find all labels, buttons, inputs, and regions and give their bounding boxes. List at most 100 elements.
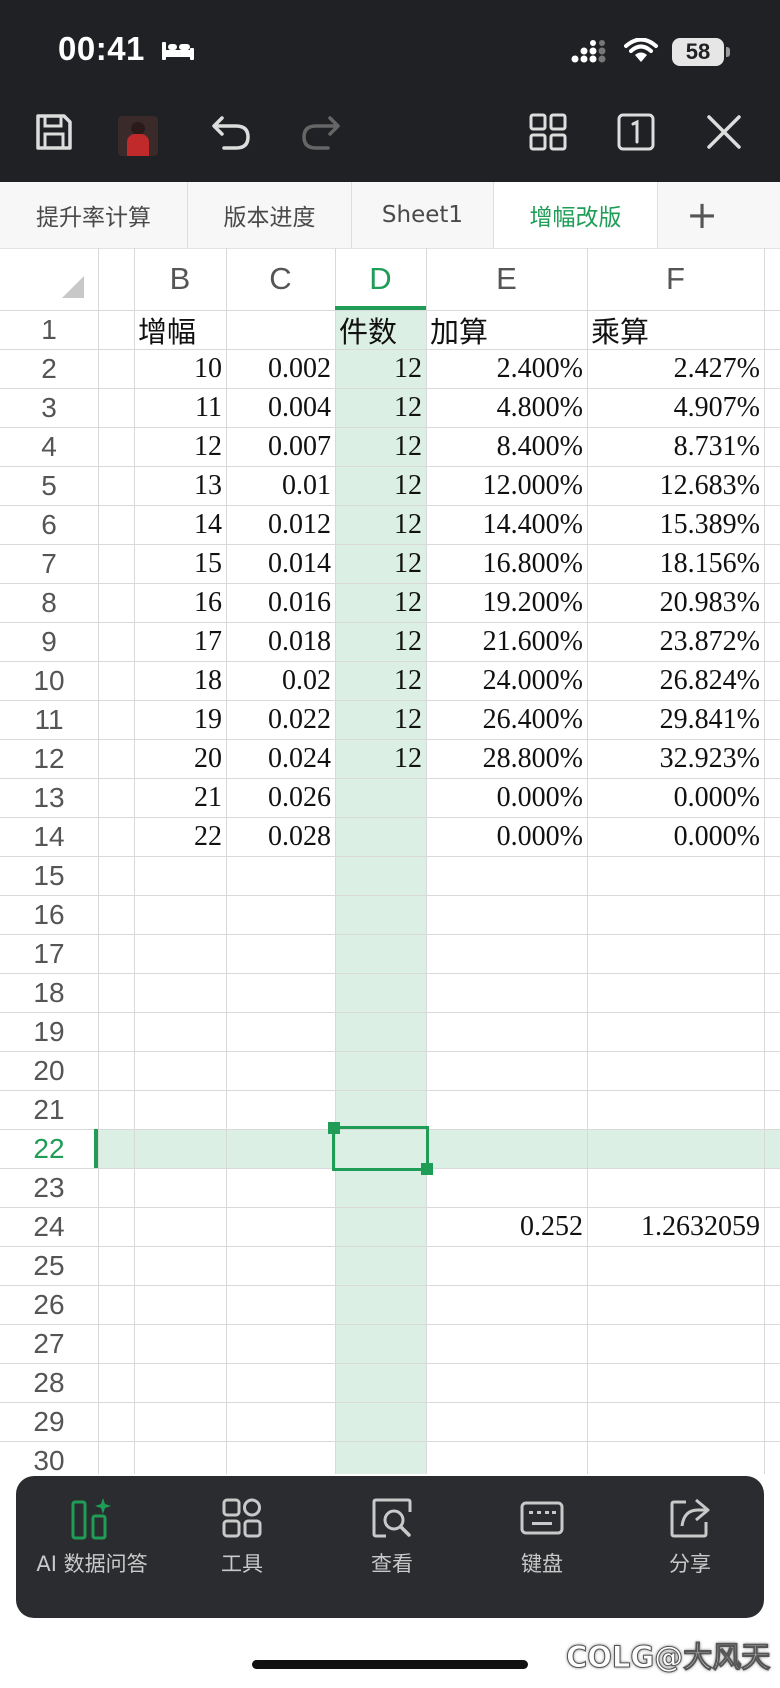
cell-f24[interactable]: 1.2632059 xyxy=(587,1207,764,1246)
row-header-25[interactable]: 25 xyxy=(0,1246,98,1285)
row-header-15[interactable]: 15 xyxy=(0,856,98,895)
cell-b11[interactable]: 19 xyxy=(134,700,226,739)
cell-b10[interactable]: 18 xyxy=(134,661,226,700)
add-sheet-button[interactable]: + xyxy=(658,182,746,248)
cell-c12[interactable]: 0.024 xyxy=(226,739,335,778)
cell-e10[interactable]: 24.000% xyxy=(426,661,587,700)
cell-c7[interactable]: 0.014 xyxy=(226,544,335,583)
cell-e24[interactable]: 0.252 xyxy=(426,1207,587,1246)
cell-d1[interactable]: 件数 xyxy=(335,310,426,349)
row-header-22[interactable]: 22 xyxy=(0,1129,98,1168)
cell-d9[interactable]: 12 xyxy=(335,622,426,661)
cell-d12[interactable]: 12 xyxy=(335,739,426,778)
cell-b2[interactable]: 10 xyxy=(134,349,226,388)
cell-f9[interactable]: 23.872% xyxy=(587,622,764,661)
cell-f10[interactable]: 26.824% xyxy=(587,661,764,700)
row-header-29[interactable]: 29 xyxy=(0,1402,98,1441)
row-header-11[interactable]: 11 xyxy=(0,700,98,739)
tools-button[interactable]: 工具 xyxy=(172,1496,312,1606)
cell-f4[interactable]: 8.731% xyxy=(587,427,764,466)
cell-e14[interactable]: 0.000% xyxy=(426,817,587,856)
close-icon[interactable] xyxy=(704,112,744,152)
cell-d10[interactable]: 12 xyxy=(335,661,426,700)
column-header-b[interactable]: B xyxy=(134,248,226,310)
cell-c2[interactable]: 0.002 xyxy=(226,349,335,388)
tab-sheet-4[interactable]: 增幅改版 xyxy=(494,182,658,248)
cell-b4[interactable]: 12 xyxy=(134,427,226,466)
cell-c8[interactable]: 0.016 xyxy=(226,583,335,622)
cell-d13[interactable] xyxy=(335,778,426,817)
cell-e13[interactable]: 0.000% xyxy=(426,778,587,817)
cell-f5[interactable]: 12.683% xyxy=(587,466,764,505)
cell-d4[interactable]: 12 xyxy=(335,427,426,466)
cell-b9[interactable]: 17 xyxy=(134,622,226,661)
window-count-icon[interactable] xyxy=(616,112,656,152)
cell-c3[interactable]: 0.004 xyxy=(226,388,335,427)
cell-e4[interactable]: 8.400% xyxy=(426,427,587,466)
row-header-7[interactable]: 7 xyxy=(0,544,98,583)
cell-b1[interactable]: 增幅 xyxy=(134,310,226,349)
cell-d6[interactable]: 12 xyxy=(335,505,426,544)
cell-f6[interactable]: 15.389% xyxy=(587,505,764,544)
selected-cell[interactable] xyxy=(332,1126,429,1171)
ai-data-button[interactable]: AI 数据问答 xyxy=(22,1496,162,1606)
cell-d3[interactable]: 12 xyxy=(335,388,426,427)
cell-e5[interactable]: 12.000% xyxy=(426,466,587,505)
column-header-c[interactable]: C xyxy=(226,248,335,310)
cell-c6[interactable]: 0.012 xyxy=(226,505,335,544)
cell-f7[interactable]: 18.156% xyxy=(587,544,764,583)
row-header-13[interactable]: 13 xyxy=(0,778,98,817)
cell-d5[interactable]: 12 xyxy=(335,466,426,505)
row-header-6[interactable]: 6 xyxy=(0,505,98,544)
cell-b12[interactable]: 20 xyxy=(134,739,226,778)
cell-e9[interactable]: 21.600% xyxy=(426,622,587,661)
cell-e6[interactable]: 14.400% xyxy=(426,505,587,544)
row-header-19[interactable]: 19 xyxy=(0,1012,98,1051)
cell-e8[interactable]: 19.200% xyxy=(426,583,587,622)
cell-b5[interactable]: 13 xyxy=(134,466,226,505)
cell-d8[interactable]: 12 xyxy=(335,583,426,622)
save-icon[interactable] xyxy=(34,112,74,152)
cell-c13[interactable]: 0.026 xyxy=(226,778,335,817)
select-all-corner-icon[interactable] xyxy=(62,276,84,298)
cell-f3[interactable]: 4.907% xyxy=(587,388,764,427)
row-header-3[interactable]: 3 xyxy=(0,388,98,427)
row-header-20[interactable]: 20 xyxy=(0,1051,98,1090)
cell-c14[interactable]: 0.028 xyxy=(226,817,335,856)
cell-c9[interactable]: 0.018 xyxy=(226,622,335,661)
row-header-23[interactable]: 23 xyxy=(0,1168,98,1207)
row-header-9[interactable]: 9 xyxy=(0,622,98,661)
row-header-1[interactable]: 1 xyxy=(0,310,98,349)
cell-f12[interactable]: 32.923% xyxy=(587,739,764,778)
row-header-26[interactable]: 26 xyxy=(0,1285,98,1324)
row-header-30[interactable]: 30 xyxy=(0,1441,98,1475)
row-header-5[interactable]: 5 xyxy=(0,466,98,505)
cell-e11[interactable]: 26.400% xyxy=(426,700,587,739)
redo-icon[interactable] xyxy=(298,112,342,152)
share-button[interactable]: 分享 xyxy=(620,1496,760,1606)
cell-c5[interactable]: 0.01 xyxy=(226,466,335,505)
tab-sheet-2[interactable]: 版本进度 xyxy=(188,182,352,248)
cell-f1[interactable]: 乘算 xyxy=(587,310,764,349)
undo-icon[interactable] xyxy=(210,112,254,152)
column-header-d[interactable]: D xyxy=(335,248,426,310)
cell-b14[interactable]: 22 xyxy=(134,817,226,856)
cell-b13[interactable]: 21 xyxy=(134,778,226,817)
spreadsheet-grid[interactable]: B C D E F 1 2 3 4 5 6 7 8 9 10 11 12 13 14 15 16 17 18 19 20 21 22… xyxy=(0,248,780,1474)
row-header-4[interactable]: 4 xyxy=(0,427,98,466)
cell-e1[interactable]: 加算 xyxy=(426,310,587,349)
row-header-2[interactable]: 2 xyxy=(0,349,98,388)
cell-d2[interactable]: 12 xyxy=(335,349,426,388)
cell-e2[interactable]: 2.400% xyxy=(426,349,587,388)
row-header-14[interactable]: 14 xyxy=(0,817,98,856)
cell-f14[interactable]: 0.000% xyxy=(587,817,764,856)
column-header-e[interactable]: E xyxy=(426,248,587,310)
cell-b6[interactable]: 14 xyxy=(134,505,226,544)
cell-f11[interactable]: 29.841% xyxy=(587,700,764,739)
cell-b3[interactable]: 11 xyxy=(134,388,226,427)
row-header-28[interactable]: 28 xyxy=(0,1363,98,1402)
cell-f2[interactable]: 2.427% xyxy=(587,349,764,388)
cell-e3[interactable]: 4.800% xyxy=(426,388,587,427)
cell-b8[interactable]: 16 xyxy=(134,583,226,622)
view-button[interactable]: 查看 xyxy=(322,1496,462,1606)
